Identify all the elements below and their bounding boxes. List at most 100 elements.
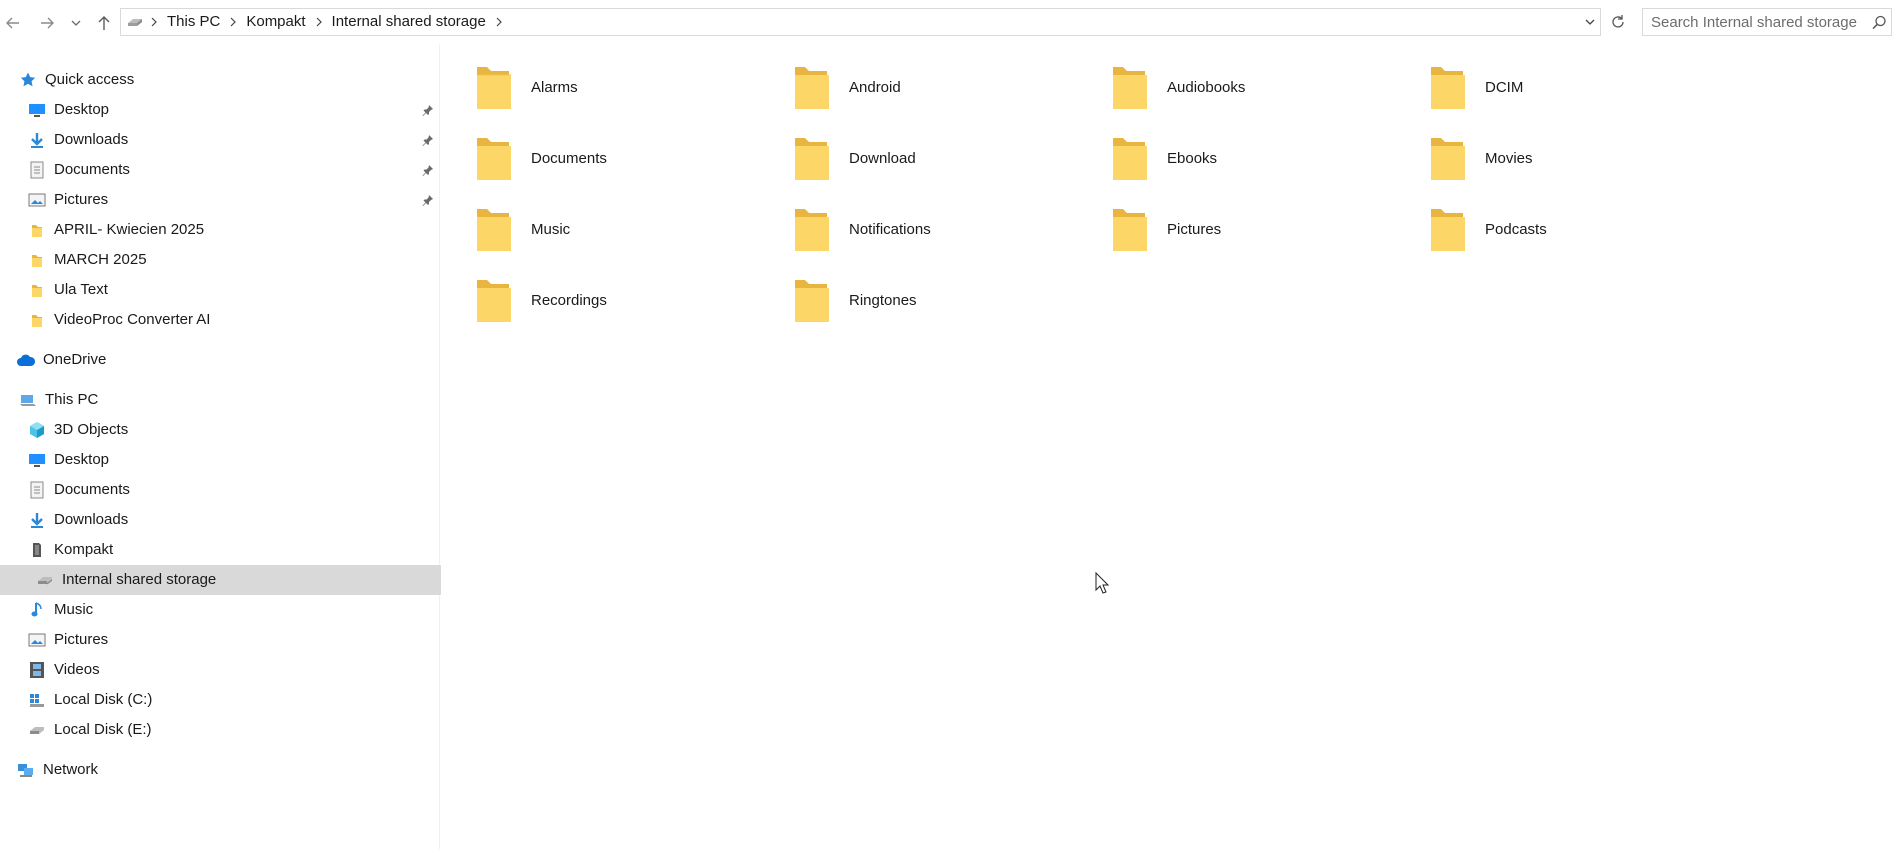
sidebar-item-this-pc[interactable]: This PC	[0, 385, 457, 415]
folder-item-ringtones[interactable]: Ringtones	[759, 270, 1059, 330]
forward-button[interactable]	[34, 10, 60, 36]
sidebar-item-label: Downloads	[54, 511, 129, 528]
folder-item-download[interactable]: Download	[759, 128, 1059, 188]
sidebar-item-label: Pictures	[54, 631, 109, 648]
pin-icon[interactable]	[420, 102, 436, 118]
file-list-area[interactable]: Alarms Android Audiobooks DCIM Documents…	[441, 44, 1897, 849]
chevron-right-icon[interactable]	[490, 12, 508, 32]
folder-icon	[1431, 138, 1465, 180]
sidebar-item-videos[interactable]: Videos	[0, 655, 466, 685]
sidebar-item-qa-desktop[interactable]: Desktop	[0, 95, 466, 125]
address-bar[interactable]: This PC Kompakt Internal shared storage	[120, 8, 1601, 36]
navigation-pane: Quick access Desktop Downloads Documents…	[0, 44, 474, 849]
drive-icon	[35, 570, 55, 590]
sidebar-item-qa-ula-text[interactable]: Ula Text	[0, 275, 466, 305]
folder-item-audiobooks[interactable]: Audiobooks	[1077, 57, 1377, 117]
sidebar-item-internal-shared-storage[interactable]: Internal shared storage	[0, 565, 474, 595]
chevron-right-icon[interactable]	[224, 12, 242, 32]
breadcrumb-this-pc[interactable]: This PC	[163, 12, 224, 32]
folder-item-recordings[interactable]: Recordings	[441, 270, 741, 330]
music-note-icon	[27, 600, 47, 620]
desktop-icon	[27, 450, 47, 470]
folder-icon	[477, 67, 511, 109]
folder-item-ebooks[interactable]: Ebooks	[1077, 128, 1377, 188]
pictures-icon	[27, 190, 47, 210]
folder-name: Podcasts	[1485, 221, 1547, 238]
folder-icon	[1431, 209, 1465, 251]
folder-icon	[477, 280, 511, 322]
folder-name: Music	[531, 221, 571, 238]
windows-drive-icon	[27, 690, 47, 710]
folder-name: Ebooks	[1167, 150, 1218, 167]
drive-icon	[125, 12, 145, 32]
computer-icon	[18, 390, 38, 410]
folder-name: Ringtones	[849, 292, 917, 309]
sidebar-item-qa-pictures[interactable]: Pictures	[0, 185, 466, 215]
pin-icon[interactable]	[420, 132, 436, 148]
sidebar-item-label: OneDrive	[43, 351, 107, 368]
folder-icon	[1113, 209, 1147, 251]
folder-item-documents[interactable]: Documents	[441, 128, 741, 188]
folder-item-android[interactable]: Android	[759, 57, 1059, 117]
documents-icon	[27, 480, 47, 500]
folder-item-pictures[interactable]: Pictures	[1077, 199, 1377, 259]
sidebar-item-label: 3D Objects	[54, 421, 129, 438]
sidebar-item-kompakt[interactable]: Kompakt	[0, 535, 466, 565]
sidebar-item-local-disk-e[interactable]: Local Disk (E:)	[0, 715, 466, 745]
cloud-icon	[16, 350, 36, 370]
folder-icon	[27, 220, 47, 240]
sidebar-item-qa-march-2025[interactable]: MARCH 2025	[0, 245, 466, 275]
sidebar-item-label: Desktop	[54, 451, 110, 468]
breadcrumb-internal-shared-storage[interactable]: Internal shared storage	[328, 12, 490, 32]
folder-item-podcasts[interactable]: Podcasts	[1395, 199, 1695, 259]
sidebar-item-3d-objects[interactable]: 3D Objects	[0, 415, 466, 445]
refresh-icon	[1612, 15, 1624, 28]
folder-item-movies[interactable]: Movies	[1395, 128, 1695, 188]
pin-icon[interactable]	[420, 192, 436, 208]
folder-icon	[1113, 67, 1147, 109]
sidebar-item-documents[interactable]: Documents	[0, 475, 466, 505]
refresh-button[interactable]	[1605, 8, 1631, 36]
folder-name: Documents	[531, 150, 607, 167]
search-icon[interactable]	[1867, 10, 1891, 34]
folder-item-notifications[interactable]: Notifications	[759, 199, 1059, 259]
sidebar-item-qa-videoproc-converter-ai[interactable]: VideoProc Converter AI	[0, 305, 466, 335]
sidebar-item-local-disk-c[interactable]: Local Disk (C:)	[0, 685, 466, 715]
sidebar-item-quick-access[interactable]: Quick access	[0, 65, 457, 95]
folder-icon	[477, 138, 511, 180]
folder-icon	[27, 310, 47, 330]
sidebar-item-pictures[interactable]: Pictures	[0, 625, 466, 655]
sidebar-item-label: Local Disk (C:)	[54, 691, 153, 708]
folder-item-alarms[interactable]: Alarms	[441, 57, 741, 117]
chevron-down-icon	[1585, 19, 1595, 25]
mouse-pointer-icon	[1095, 572, 1109, 594]
desktop-icon	[27, 100, 47, 120]
sidebar-item-onedrive[interactable]: OneDrive	[0, 345, 455, 375]
folder-item-dcim[interactable]: DCIM	[1395, 57, 1695, 117]
folder-name: Audiobooks	[1167, 79, 1246, 96]
sidebar-item-music[interactable]: Music	[0, 595, 466, 625]
breadcrumb-kompakt[interactable]: Kompakt	[242, 12, 309, 32]
folder-name: DCIM	[1485, 79, 1524, 96]
folder-item-music[interactable]: Music	[441, 199, 741, 259]
search-box[interactable]	[1642, 8, 1892, 36]
folder-icon	[1113, 138, 1147, 180]
sidebar-item-qa-april-kwiecien-2025[interactable]: APRIL- Kwiecien 2025	[0, 215, 466, 245]
sidebar-item-qa-downloads[interactable]: Downloads	[0, 125, 466, 155]
folder-icon	[27, 250, 47, 270]
sidebar-item-network[interactable]: Network	[0, 755, 455, 785]
sidebar-item-desktop[interactable]: Desktop	[0, 445, 466, 475]
search-input[interactable]	[1643, 9, 1867, 35]
address-history-dropdown[interactable]	[1580, 9, 1600, 35]
sidebar-item-label: Ula Text	[54, 281, 108, 298]
up-button[interactable]	[91, 10, 117, 36]
sidebar-item-downloads[interactable]: Downloads	[0, 505, 466, 535]
back-button[interactable]	[0, 10, 26, 36]
pin-icon[interactable]	[420, 162, 436, 178]
folder-icon	[795, 138, 829, 180]
chevron-right-icon[interactable]	[310, 12, 328, 32]
recent-locations-button[interactable]	[66, 10, 86, 36]
chevron-right-icon[interactable]	[145, 12, 163, 32]
sidebar-item-label: APRIL- Kwiecien 2025	[54, 221, 205, 238]
sidebar-item-qa-documents[interactable]: Documents	[0, 155, 466, 185]
